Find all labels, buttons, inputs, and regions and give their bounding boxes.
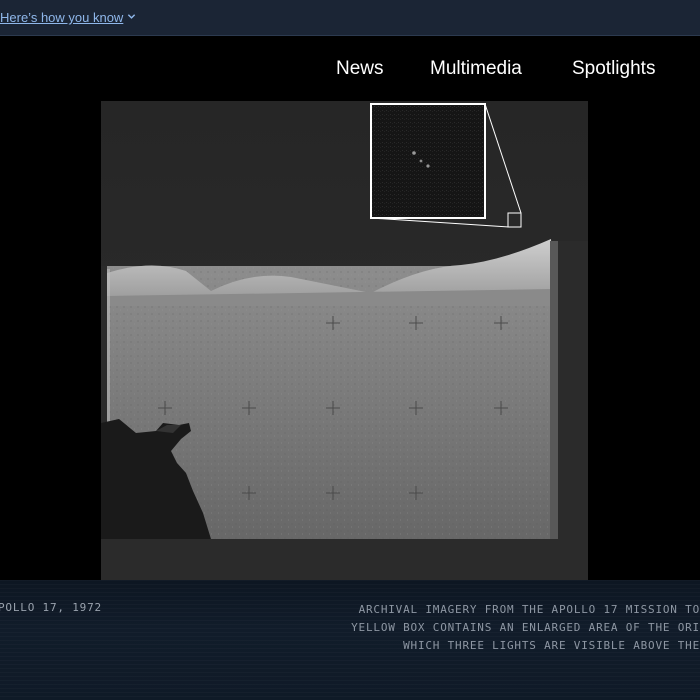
caption-strip: POLLO 17, 1972 ARCHIVAL IMAGERY FROM THE… [0, 580, 700, 700]
main-nav: News Multimedia Spotlights [0, 58, 700, 82]
apollo-17-photo [101, 101, 588, 580]
gov-banner: Here’s how you know [0, 0, 700, 36]
nav-item-spotlights[interactable]: Spotlights [572, 58, 655, 80]
heres-how-you-know-link[interactable]: Here’s how you know [0, 10, 136, 25]
chevron-down-icon [128, 14, 136, 19]
description-line-1: ARCHIVAL IMAGERY FROM THE APOLLO 17 MISS… [358, 603, 700, 616]
nav-item-multimedia[interactable]: Multimedia [430, 58, 522, 80]
lunar-surface-image [101, 101, 588, 580]
description-line-2: YELLOW BOX CONTAINS AN ENLARGED AREA OF … [351, 621, 700, 634]
inset-magnified-lights [370, 103, 486, 219]
description-line-3: WHICH THREE LIGHTS ARE VISIBLE ABOVE THE [403, 639, 700, 652]
heres-how-you-know-label: Here’s how you know [0, 10, 124, 25]
nav-item-news[interactable]: News [336, 58, 384, 80]
photo-credit: POLLO 17, 1972 [0, 601, 102, 614]
photo-description: ARCHIVAL IMAGERY FROM THE APOLLO 17 MISS… [351, 601, 700, 655]
